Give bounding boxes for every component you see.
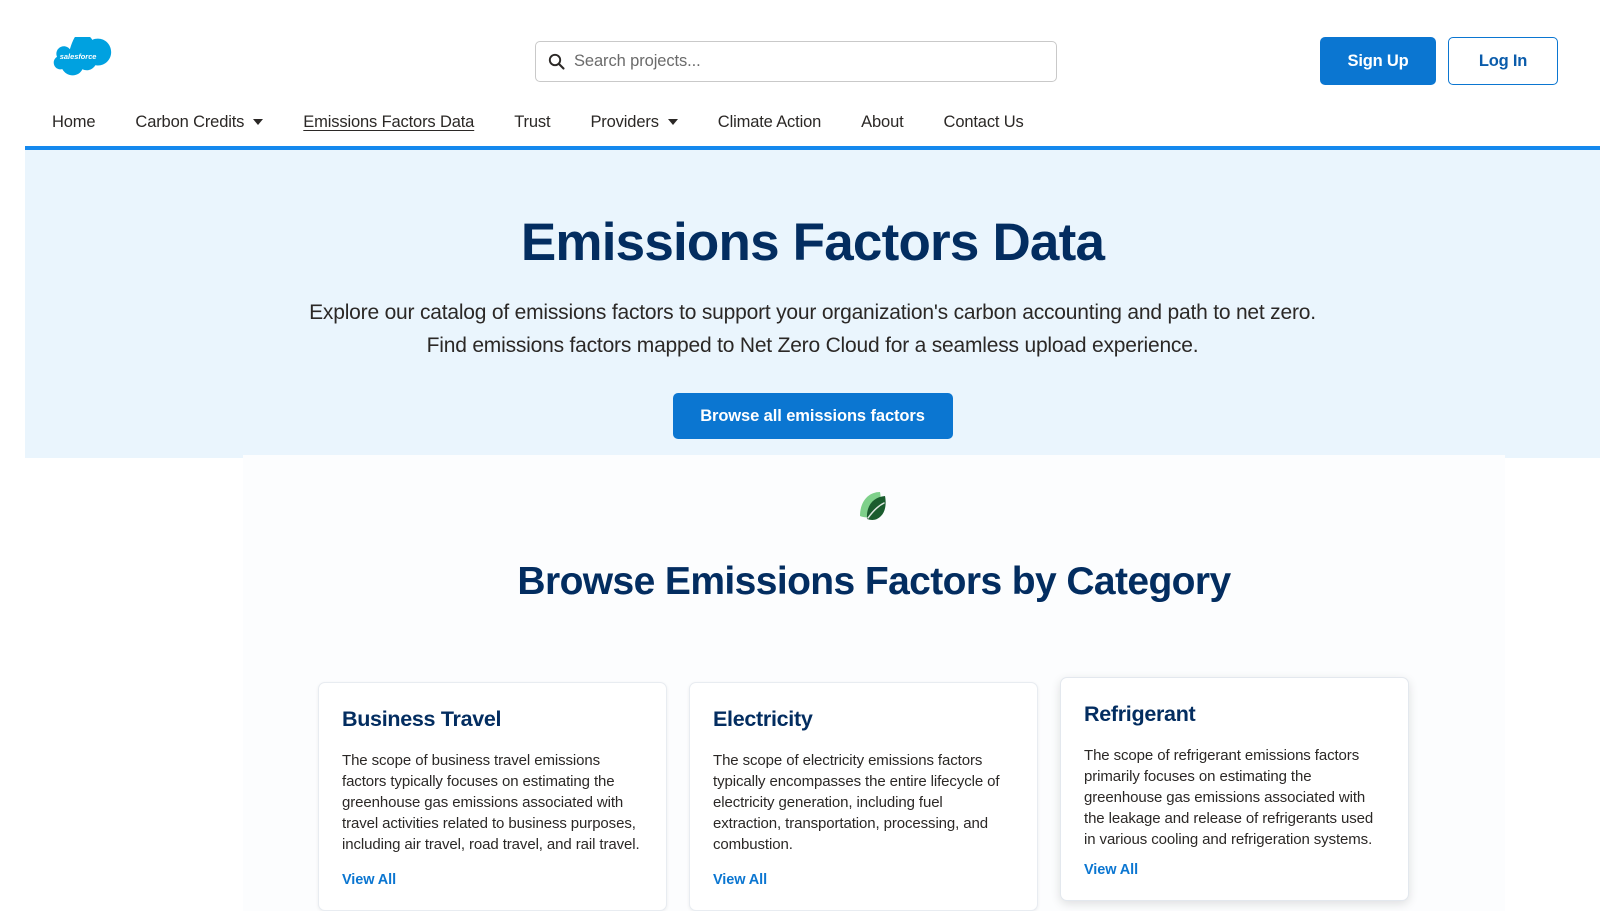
hero-section: Emissions Factors Data Explore our catal…	[25, 146, 1600, 458]
hero-subtitle: Explore our catalog of emissions factors…	[309, 301, 1316, 357]
view-all-link[interactable]: View All	[342, 872, 396, 888]
search-icon	[548, 53, 565, 70]
nav-item-climate-action[interactable]: Climate Action	[717, 112, 822, 132]
nav-item-carbon-credits[interactable]: Carbon Credits	[135, 112, 264, 132]
category-card-title: Refrigerant	[1084, 702, 1196, 726]
category-panel: Browse Emissions Factors by Category Bus…	[243, 455, 1505, 911]
category-card-description: The scope of business travel emissions f…	[342, 752, 640, 853]
nav-item-providers[interactable]: Providers	[590, 112, 678, 132]
logo-wordmark: salesforce	[60, 52, 97, 61]
browse-all-emissions-factors-button[interactable]: Browse all emissions factors	[672, 393, 953, 439]
nav-item-trust[interactable]: Trust	[514, 113, 550, 132]
category-card[interactable]: Business Travel The scope of business tra…	[318, 682, 667, 911]
nav-item-label: Carbon Credits	[135, 112, 245, 131]
nav-item-emissions-factors-data[interactable]: Emissions Factors Data	[303, 113, 474, 132]
auth-buttons: Sign Up Log In	[1320, 37, 1558, 85]
chevron-down-icon	[253, 119, 264, 125]
category-card-description: The scope of refrigerant emissions facto…	[1084, 747, 1374, 848]
nav-item-label: About	[861, 112, 904, 131]
page-title: Emissions Factors Data	[520, 213, 1105, 272]
main-navigation: Home Carbon Credits Emissions Factors Data…	[0, 98, 1600, 146]
nav-item-about[interactable]: About	[861, 112, 904, 132]
leaf-icon	[854, 486, 894, 526]
nav-item-home[interactable]: Home	[52, 112, 96, 132]
category-card-description: The scope of electricity emissions facto…	[713, 752, 1000, 853]
nav-item-contact-us[interactable]: Contact Us	[944, 113, 1024, 132]
nav-item-label: Home	[52, 112, 96, 131]
section-title: Browse Emissions Factors by Category	[517, 560, 1231, 603]
nav-item-label: Trust	[514, 112, 551, 131]
view-all-link[interactable]: View All	[1084, 862, 1138, 878]
category-card-title: Electricity	[713, 707, 813, 731]
nav-item-label: Climate Action	[717, 112, 822, 131]
category-card[interactable]: Refrigerant The scope of refrigerant emis…	[1060, 677, 1409, 901]
page-root: salesforce Sign Up Log In Home Carbon Cre…	[0, 0, 1600, 911]
view-all-link[interactable]: View All	[713, 872, 767, 888]
category-card-title: Business Travel	[342, 707, 502, 731]
search-input[interactable]	[574, 52, 1044, 71]
top-bar: salesforce Sign Up Log In	[0, 0, 1600, 98]
category-card-list: Business Travel The scope of business tra…	[318, 677, 1430, 911]
chevron-down-icon	[667, 119, 678, 125]
category-card[interactable]: Electricity The scope of electricity emis…	[689, 682, 1038, 911]
nav-item-label: Providers	[590, 112, 659, 131]
log-in-button[interactable]: Log In	[1448, 37, 1558, 85]
salesforce-logo[interactable]: salesforce	[52, 37, 124, 85]
sign-up-button[interactable]: Sign Up	[1320, 37, 1436, 85]
nav-item-label: Emissions Factors Data	[303, 112, 475, 131]
search-box[interactable]	[535, 41, 1057, 82]
nav-item-label: Contact Us	[943, 112, 1024, 131]
